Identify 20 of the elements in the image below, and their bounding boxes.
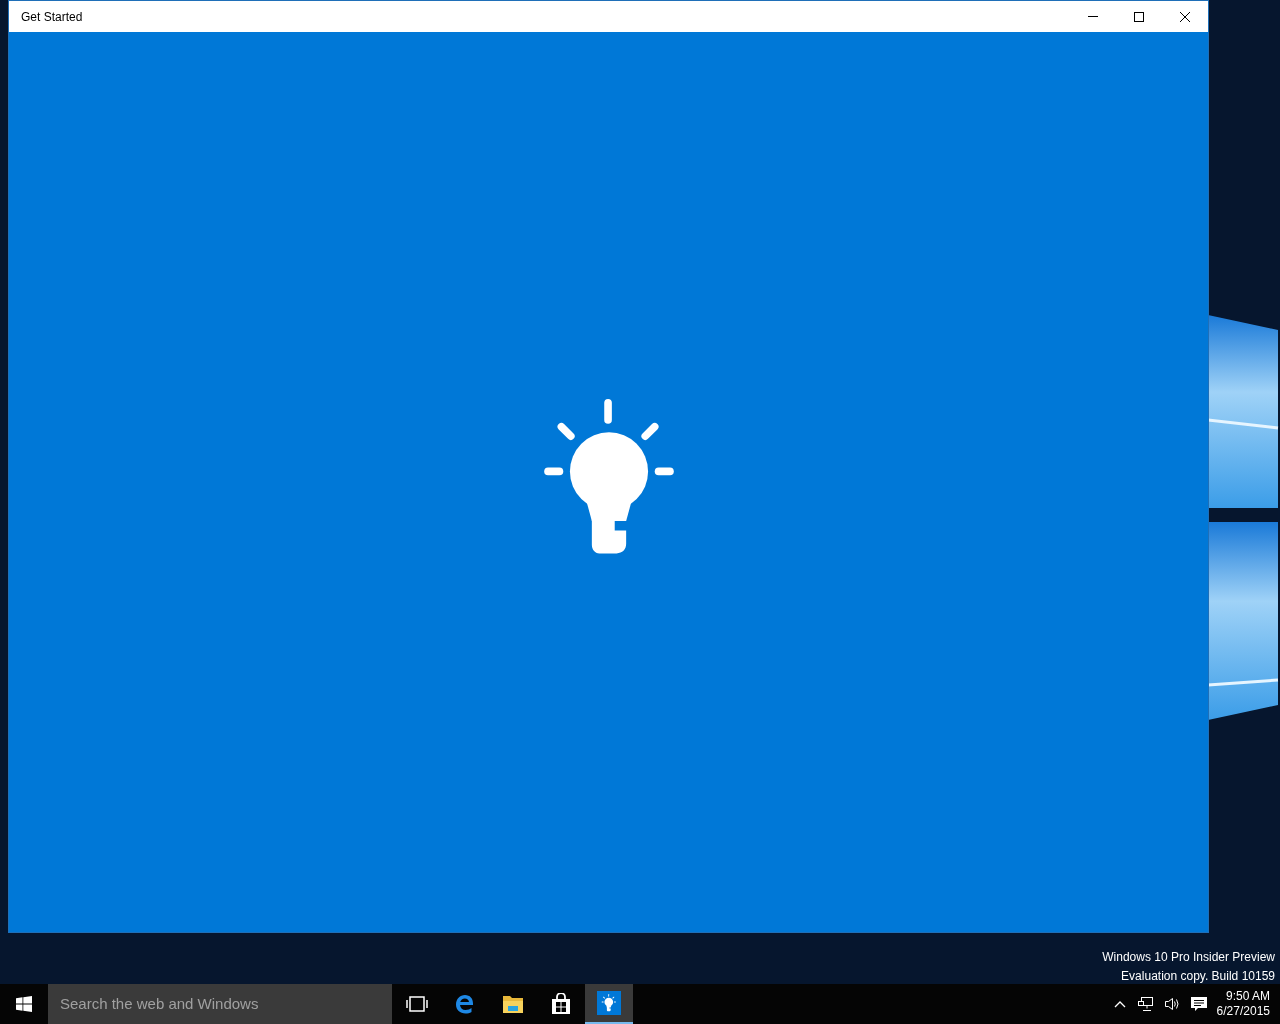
lightbulb-icon xyxy=(597,991,621,1015)
build-watermark-text: Evaluation copy. Build 10159 xyxy=(1121,968,1275,985)
speaker-icon xyxy=(1163,996,1180,1012)
letter-e-icon xyxy=(454,993,476,1015)
clock-time[interactable]: 9:50 AM xyxy=(1225,989,1270,1004)
clock-date[interactable]: 6/27/2015 xyxy=(1216,1004,1270,1019)
taskbar-app-button[interactable] xyxy=(585,984,633,1024)
task-view-icon xyxy=(406,996,428,1012)
shopping-bag-icon xyxy=(551,993,571,1015)
search-field[interactable]: Search the web and Windows xyxy=(48,984,392,1024)
network-icon xyxy=(1137,996,1154,1012)
notification-icon xyxy=(1190,996,1207,1012)
folder-icon xyxy=(502,994,524,1014)
windows-logo-icon xyxy=(16,996,32,1012)
close-icon xyxy=(1180,11,1190,22)
maximize-icon xyxy=(1134,11,1144,22)
minimize-icon xyxy=(1088,16,1098,17)
build-watermark-text: Windows 10 Pro Insider Preview xyxy=(1102,949,1275,966)
window-title: Get Started xyxy=(21,8,83,26)
chevron-up-icon xyxy=(1113,1000,1126,1008)
